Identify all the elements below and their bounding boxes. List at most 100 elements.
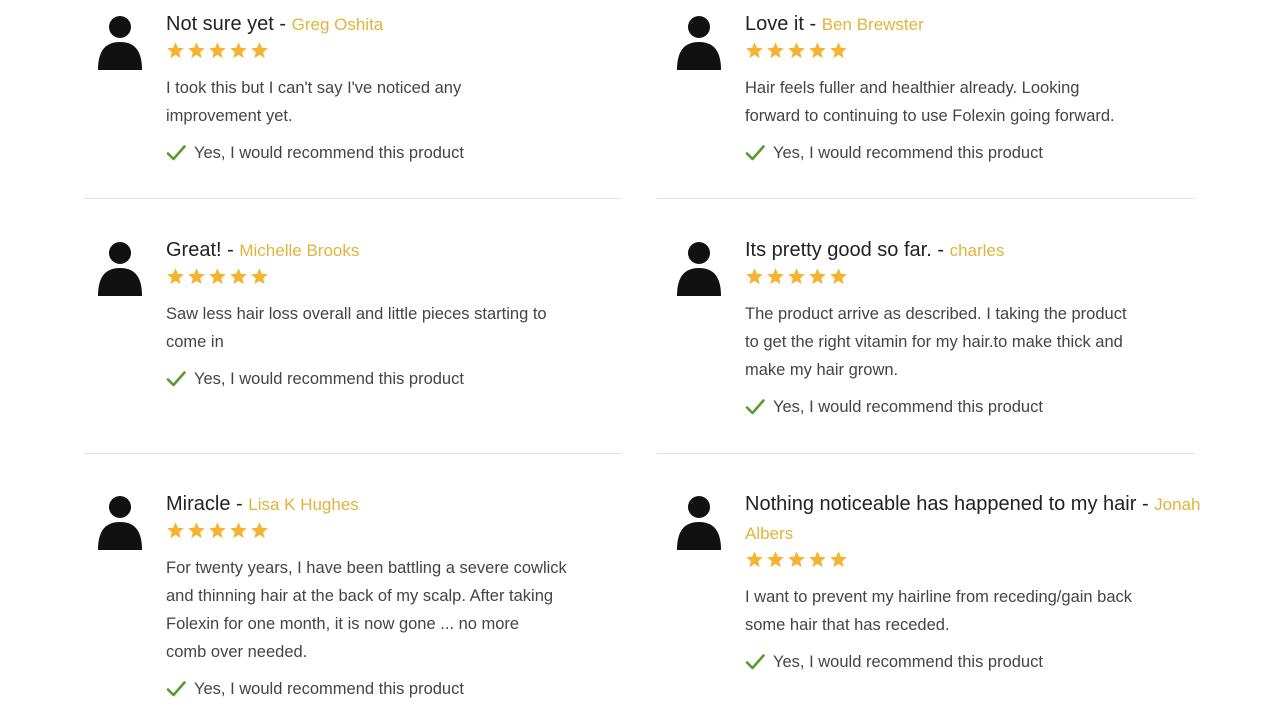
recommendation-text: Yes, I would recommend this product [194,369,464,388]
star-icon [746,268,763,285]
checkmark-icon [745,654,765,670]
star-rating [745,41,1205,65]
star-icon [830,551,847,568]
star-icon [788,551,805,568]
star-icon [251,268,268,285]
recommendation-text: Yes, I would recommend this product [773,143,1043,162]
review-author[interactable]: Michelle Brooks [239,241,359,260]
star-icon [230,42,247,59]
checkmark-icon [166,371,186,387]
checkmark-icon [166,681,186,697]
star-rating [745,267,1205,291]
review-body-line: I took this but I can't say I've noticed… [166,79,462,97]
review-author[interactable]: charles [950,241,1005,260]
star-icon [209,268,226,285]
review-body-line: I want to prevent my hairline from reced… [745,588,1133,606]
title-separator: - [1136,493,1155,515]
star-icon [167,42,184,59]
review-title: Nothing noticeable has happened to my ha… [745,493,1137,515]
review-title: Great! [166,239,222,261]
title-separator: - [273,13,292,35]
user-avatar-icon [677,16,721,70]
review-body-line: The product arrive as described. I takin… [745,305,1127,323]
star-rating [166,267,626,291]
recommendation: Yes, I would recommend this product [745,651,1215,673]
star-icon [209,42,226,59]
star-icon [809,42,826,59]
review-heading: Love it - Ben Brewster [745,10,1205,39]
recommendation-text: Yes, I would recommend this product [194,143,464,162]
star-icon [167,268,184,285]
user-avatar-icon [677,496,721,550]
recommendation: Yes, I would recommend this product [166,142,626,164]
title-separator: - [931,239,950,261]
review-body-line: comb over needed. [166,643,308,661]
review-body: I want to prevent my hairline from reced… [745,583,1215,639]
review-author[interactable]: Lisa K Hughes [248,495,359,514]
star-icon [767,42,784,59]
review-heading: Great! - Michelle Brooks [166,236,626,265]
review-body: Hair feels fuller and healthier already.… [745,74,1205,130]
star-icon [746,42,763,59]
user-avatar-icon [677,242,721,296]
recommendation: Yes, I would recommend this product [745,142,1205,164]
star-icon [830,42,847,59]
row-divider [657,198,1195,199]
star-icon [788,42,805,59]
review-title: Miracle [166,493,231,515]
reviews-grid: Not sure yet - Greg Oshita I took this b… [0,0,1280,720]
review-body-line: forward to continuing to use Folexin goi… [745,107,1115,125]
review-author[interactable]: Ben Brewster [822,15,924,34]
checkmark-icon [745,399,765,415]
star-icon [188,42,205,59]
star-icon [767,551,784,568]
star-icon [746,551,763,568]
star-icon [230,522,247,539]
review-body-line: Saw less hair loss overall and little pi… [166,305,547,323]
review-title: Not sure yet [166,13,274,35]
review-body-line: and thinning hair at the back of my scal… [166,587,554,605]
title-separator: - [221,239,240,261]
star-rating [166,521,626,545]
review-body-line: to get the right vitamin for my hair.to … [745,333,1123,351]
review-body: For twenty years, I have been battling a… [166,554,626,666]
review-title: Love it [745,13,804,35]
star-icon [251,522,268,539]
star-icon [209,522,226,539]
title-separator: - [230,493,249,515]
recommendation-text: Yes, I would recommend this product [773,397,1043,416]
star-icon [188,268,205,285]
star-rating [745,550,1215,574]
review-body-line: improvement yet. [166,107,293,125]
star-icon [167,522,184,539]
star-icon [809,551,826,568]
recommendation: Yes, I would recommend this product [166,368,626,390]
review-body-line: Hair feels fuller and healthier already.… [745,79,1080,97]
review-heading: Nothing noticeable has happened to my ha… [745,490,1215,548]
review-heading: Not sure yet - Greg Oshita [166,10,626,39]
recommendation: Yes, I would recommend this product [166,678,626,700]
checkmark-icon [166,145,186,161]
review-body-line: For twenty years, I have been battling a… [166,559,567,577]
review-body-line: Folexin for one month, it is now gone ..… [166,615,520,633]
checkmark-icon [745,145,765,161]
review-author[interactable]: Greg Oshita [292,15,384,34]
review-title: Its pretty good so far. [745,239,932,261]
star-icon [830,268,847,285]
star-icon [767,268,784,285]
recommendation-text: Yes, I would recommend this product [194,679,464,698]
row-divider [657,453,1195,454]
row-divider [84,198,622,199]
user-avatar-icon [98,496,142,550]
review-body-line: come in [166,333,224,351]
recommendation: Yes, I would recommend this product [745,396,1205,418]
star-icon [188,522,205,539]
review-body: Saw less hair loss overall and little pi… [166,300,626,356]
review-body: The product arrive as described. I takin… [745,300,1205,384]
star-rating [166,41,626,65]
title-separator: - [803,13,822,35]
star-icon [788,268,805,285]
user-avatar-icon [98,242,142,296]
star-icon [809,268,826,285]
recommendation-text: Yes, I would recommend this product [773,652,1043,671]
